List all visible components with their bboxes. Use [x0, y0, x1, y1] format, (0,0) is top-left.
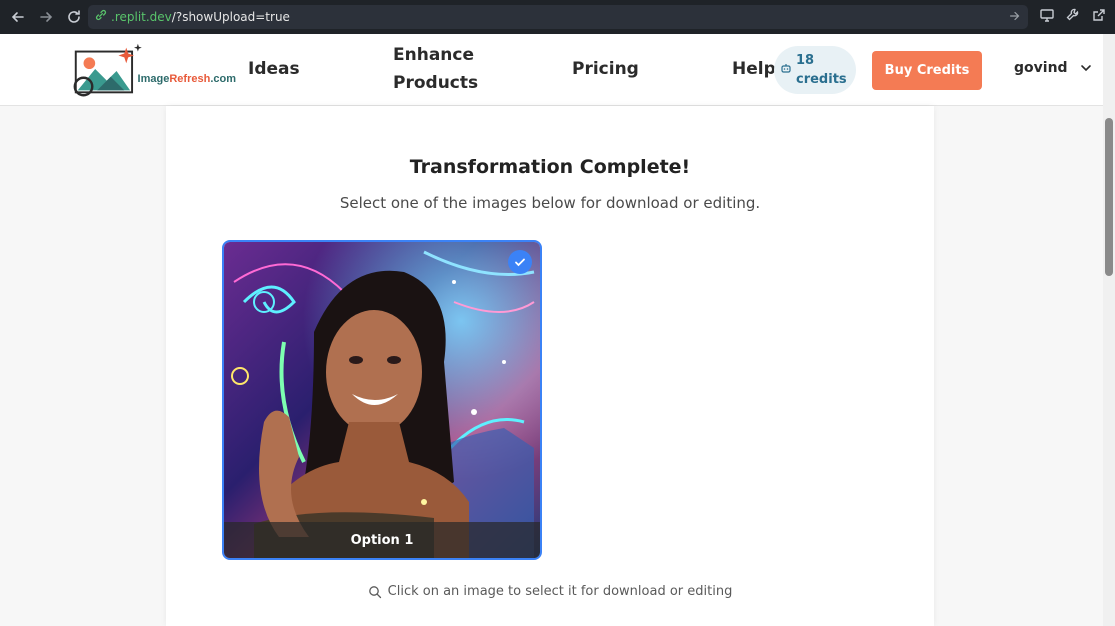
go-button[interactable]: [1008, 9, 1022, 28]
chevron-down-icon: [1080, 65, 1091, 72]
option-label: Option 1: [224, 522, 540, 558]
link-icon: [94, 8, 108, 27]
site-header: ImageRefresh.com Ideas Enhance Products …: [0, 34, 1103, 106]
logo-image-icon: [73, 43, 142, 97]
search-icon: [368, 585, 381, 598]
url-text: .replit.dev/?showUpload=true: [111, 10, 290, 24]
selection-hint-text: Click on an image to select it for downl…: [387, 584, 733, 599]
image-option-1[interactable]: Option 1: [222, 240, 542, 560]
username: govind: [1014, 60, 1068, 76]
nav-enhance-line1: Enhance: [393, 45, 474, 65]
result-card: Transformation Complete! Select one of t…: [166, 106, 934, 626]
nav-ideas[interactable]: Ideas: [248, 55, 300, 83]
reload-icon: [68, 10, 80, 23]
credits-label: credits: [796, 72, 847, 87]
arrow-right-icon: [1010, 11, 1020, 21]
address-bar[interactable]: .replit.dev/?showUpload=true: [88, 5, 1028, 29]
page-subtitle: Select one of the images below for downl…: [339, 194, 761, 212]
monitor-icon[interactable]: [1039, 7, 1055, 28]
url-path: /?showUpload=true: [171, 10, 290, 24]
nav-pricing[interactable]: Pricing: [572, 55, 639, 83]
logo-text-domain: .com: [210, 73, 236, 85]
page-scrollbar[interactable]: [1103, 34, 1115, 626]
wrench-icon[interactable]: [1065, 7, 1081, 28]
generated-image: [224, 242, 540, 558]
nav-help[interactable]: Help: [732, 55, 776, 83]
browser-toolbar: .replit.dev/?showUpload=true: [0, 0, 1115, 34]
nav-enhance-line2: Products: [393, 73, 479, 93]
scrollbar-thumb[interactable]: [1105, 118, 1113, 276]
nav-enhance-products[interactable]: Enhance Products: [393, 41, 503, 97]
credits-badge[interactable]: 18 credits: [774, 46, 856, 94]
buy-credits-button[interactable]: Buy Credits: [872, 51, 982, 90]
credits-count: 18: [796, 53, 815, 68]
logo-text-image: Image: [137, 73, 170, 85]
arrow-left-icon: [11, 12, 24, 22]
reload-button[interactable]: [60, 0, 88, 34]
browser-tools: [1039, 7, 1107, 28]
back-button[interactable]: [4, 0, 32, 34]
credits-text: 18 credits: [796, 51, 856, 89]
url-domain: .replit.dev: [111, 10, 172, 24]
logo-text-refresh: Refresh: [169, 73, 211, 85]
external-link-icon[interactable]: [1091, 7, 1107, 28]
selected-check-badge: [508, 250, 532, 274]
robot-icon: [780, 61, 792, 79]
logo[interactable]: ImageRefresh.com: [68, 41, 236, 99]
forward-button[interactable]: [32, 0, 60, 34]
user-menu[interactable]: govind: [1014, 60, 1092, 76]
selection-hint: Click on an image to select it for downl…: [166, 584, 934, 599]
logo-text: ImageRefresh.com: [138, 73, 236, 85]
check-icon: [515, 258, 525, 267]
page-title: Transformation Complete!: [409, 156, 691, 178]
arrow-right-icon: [40, 12, 53, 22]
